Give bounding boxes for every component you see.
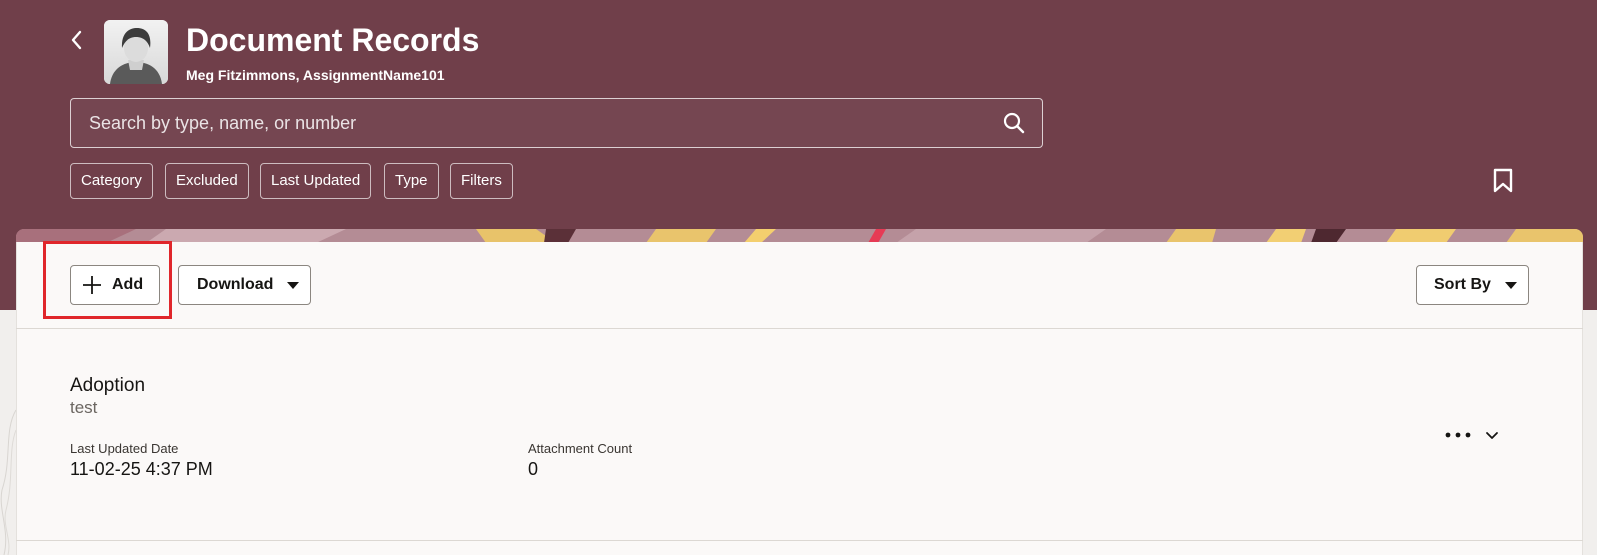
- filter-chip-type[interactable]: Type: [384, 163, 439, 199]
- back-button[interactable]: [64, 26, 90, 54]
- expand-button[interactable]: [1483, 427, 1501, 445]
- record-subtitle: test: [70, 398, 98, 417]
- field-value-attachment-count: 0: [528, 459, 539, 479]
- row-divider: [16, 540, 1583, 541]
- search-input[interactable]: [71, 99, 971, 147]
- caret-down-icon: [1504, 281, 1517, 289]
- field-value-last-updated: 11-02-25 4:37 PM: [70, 459, 213, 479]
- sort-by-label: Sort By: [1434, 276, 1491, 293]
- filter-chip-category[interactable]: Category: [70, 163, 153, 199]
- more-horizontal-icon: [1445, 432, 1471, 438]
- bookmark-button[interactable]: [1492, 168, 1514, 194]
- decorative-banner: [16, 229, 1583, 243]
- add-button[interactable]: Add: [70, 265, 160, 305]
- page-subtitle: Meg Fitzimmons, AssignmentName101: [186, 67, 445, 83]
- person-avatar-icon: [104, 20, 168, 84]
- bookmark-icon: [1493, 168, 1513, 193]
- plus-icon: [83, 276, 101, 294]
- download-button[interactable]: Download: [178, 265, 311, 305]
- sort-by-button[interactable]: Sort By: [1416, 265, 1529, 305]
- field-label-attachment-count: Attachment Count: [528, 441, 633, 456]
- search-icon: [1003, 112, 1025, 134]
- search-field[interactable]: [70, 98, 1043, 148]
- chevron-down-icon: [1486, 432, 1498, 439]
- background-contour-pattern: [0, 409, 16, 555]
- caret-down-icon: [287, 281, 300, 289]
- filter-chip-excluded[interactable]: Excluded: [165, 163, 249, 199]
- field-label-last-updated: Last Updated Date: [70, 441, 179, 456]
- more-actions-button[interactable]: [1444, 425, 1472, 445]
- chevron-left-icon: [71, 30, 82, 50]
- search-button[interactable]: [1002, 111, 1026, 135]
- banner-pattern: [16, 229, 1583, 243]
- toolbar-divider: [16, 328, 1583, 329]
- download-button-label: Download: [197, 276, 274, 293]
- page-title: Document Records: [186, 22, 480, 58]
- record-title: Adoption: [70, 375, 146, 396]
- add-button-label: Add: [112, 276, 144, 293]
- filter-chip-last-updated[interactable]: Last Updated: [260, 163, 372, 199]
- avatar: [104, 20, 168, 84]
- filter-chip-filters[interactable]: Filters: [450, 163, 513, 199]
